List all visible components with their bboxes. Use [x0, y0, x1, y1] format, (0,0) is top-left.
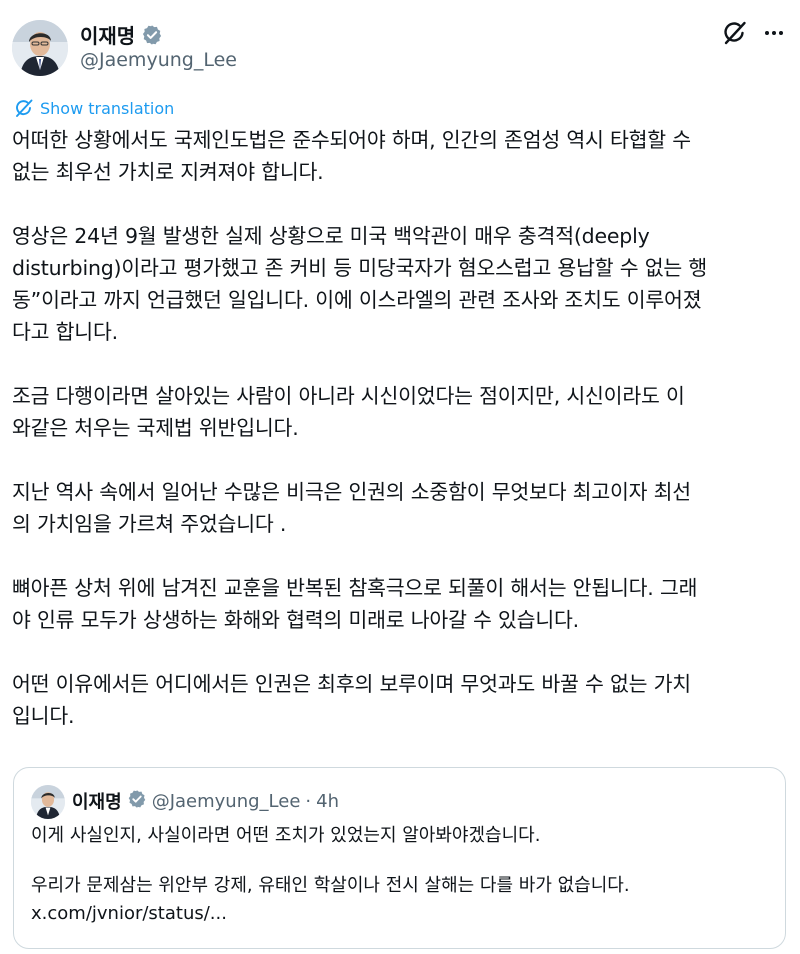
post-paragraph-3: 조금 다행이라면 살아있는 사람이 아니라 시신이었다는 점이지만, 시신이라도… — [12, 384, 685, 440]
quoted-author-name: 이재명 — [72, 792, 122, 813]
author-avatar[interactable] — [12, 20, 68, 76]
quoted-post-body: 이게 사실인지, 사실이라면 어떤 조치가 있었는지 알아봐야겠습니다. 우리가… — [31, 822, 771, 928]
quoted-line-1: 이게 사실인지, 사실이라면 어떤 조치가 있었는지 알아봐야겠습니다. — [31, 825, 541, 846]
quoted-line-2: 우리가 문제삼는 위안부 강제, 유태인 학살이나 전시 살해는 다를 바가 없… — [31, 875, 630, 896]
quoted-author-avatar — [31, 785, 65, 819]
post-paragraph-4: 지난 역사 속에서 일어난 수많은 비극은 인권의 소중함이 무엇보다 최고이자… — [12, 480, 691, 536]
more-horizontal-icon[interactable] — [760, 20, 788, 46]
post-paragraph-2: 영상은 24년 9월 발생한 실제 상황으로 미국 백악관이 매우 충격적(de… — [12, 224, 708, 344]
post-body: 어떠한 상황에서도 국제인도법은 준수되어야 하며, 인간의 존엄성 역시 타협… — [12, 124, 792, 732]
author-name-row: 이재명 — [80, 20, 163, 49]
post-paragraph-5: 뼈아픈 상처 위에 남겨진 교훈을 반복된 참혹극으로 되풀이 해서는 안됩니다… — [12, 576, 698, 632]
quoted-author-handle: @Jaemyung_Lee — [151, 790, 301, 812]
author-display-name[interactable]: 이재명 — [80, 20, 135, 49]
quoted-separator: · — [305, 790, 312, 812]
quoted-verified-badge-icon — [127, 789, 147, 814]
quoted-post-card[interactable]: 이재명 @Jaemyung_Lee · 4h 이게 사실인지, 사실이라면 어떤… — [13, 767, 786, 949]
post-paragraph-1: 어떠한 상황에서도 국제인도법은 준수되어야 하며, 인간의 존엄성 역시 타협… — [12, 128, 691, 184]
post-header: 이재명 @Jaemyung_Lee — [0, 0, 800, 96]
grok-icon[interactable] — [722, 20, 748, 46]
quoted-timestamp: 4h — [316, 790, 339, 812]
author-handle[interactable]: @Jaemyung_Lee — [80, 49, 237, 71]
post-paragraph-6: 어떤 이유에서든 어디에서든 인권은 최후의 보루이며 무엇과도 바꿀 수 없는… — [12, 672, 691, 728]
translate-icon — [16, 99, 33, 117]
quoted-post-header: 이재명 @Jaemyung_Lee · 4h — [72, 788, 339, 814]
verified-badge-icon[interactable] — [141, 24, 163, 46]
quoted-link[interactable]: x.com/jvnior/status/... — [31, 900, 771, 928]
show-translation-label[interactable]: Show translation — [40, 99, 174, 118]
show-translation-link[interactable]: Show translation — [14, 98, 174, 118]
